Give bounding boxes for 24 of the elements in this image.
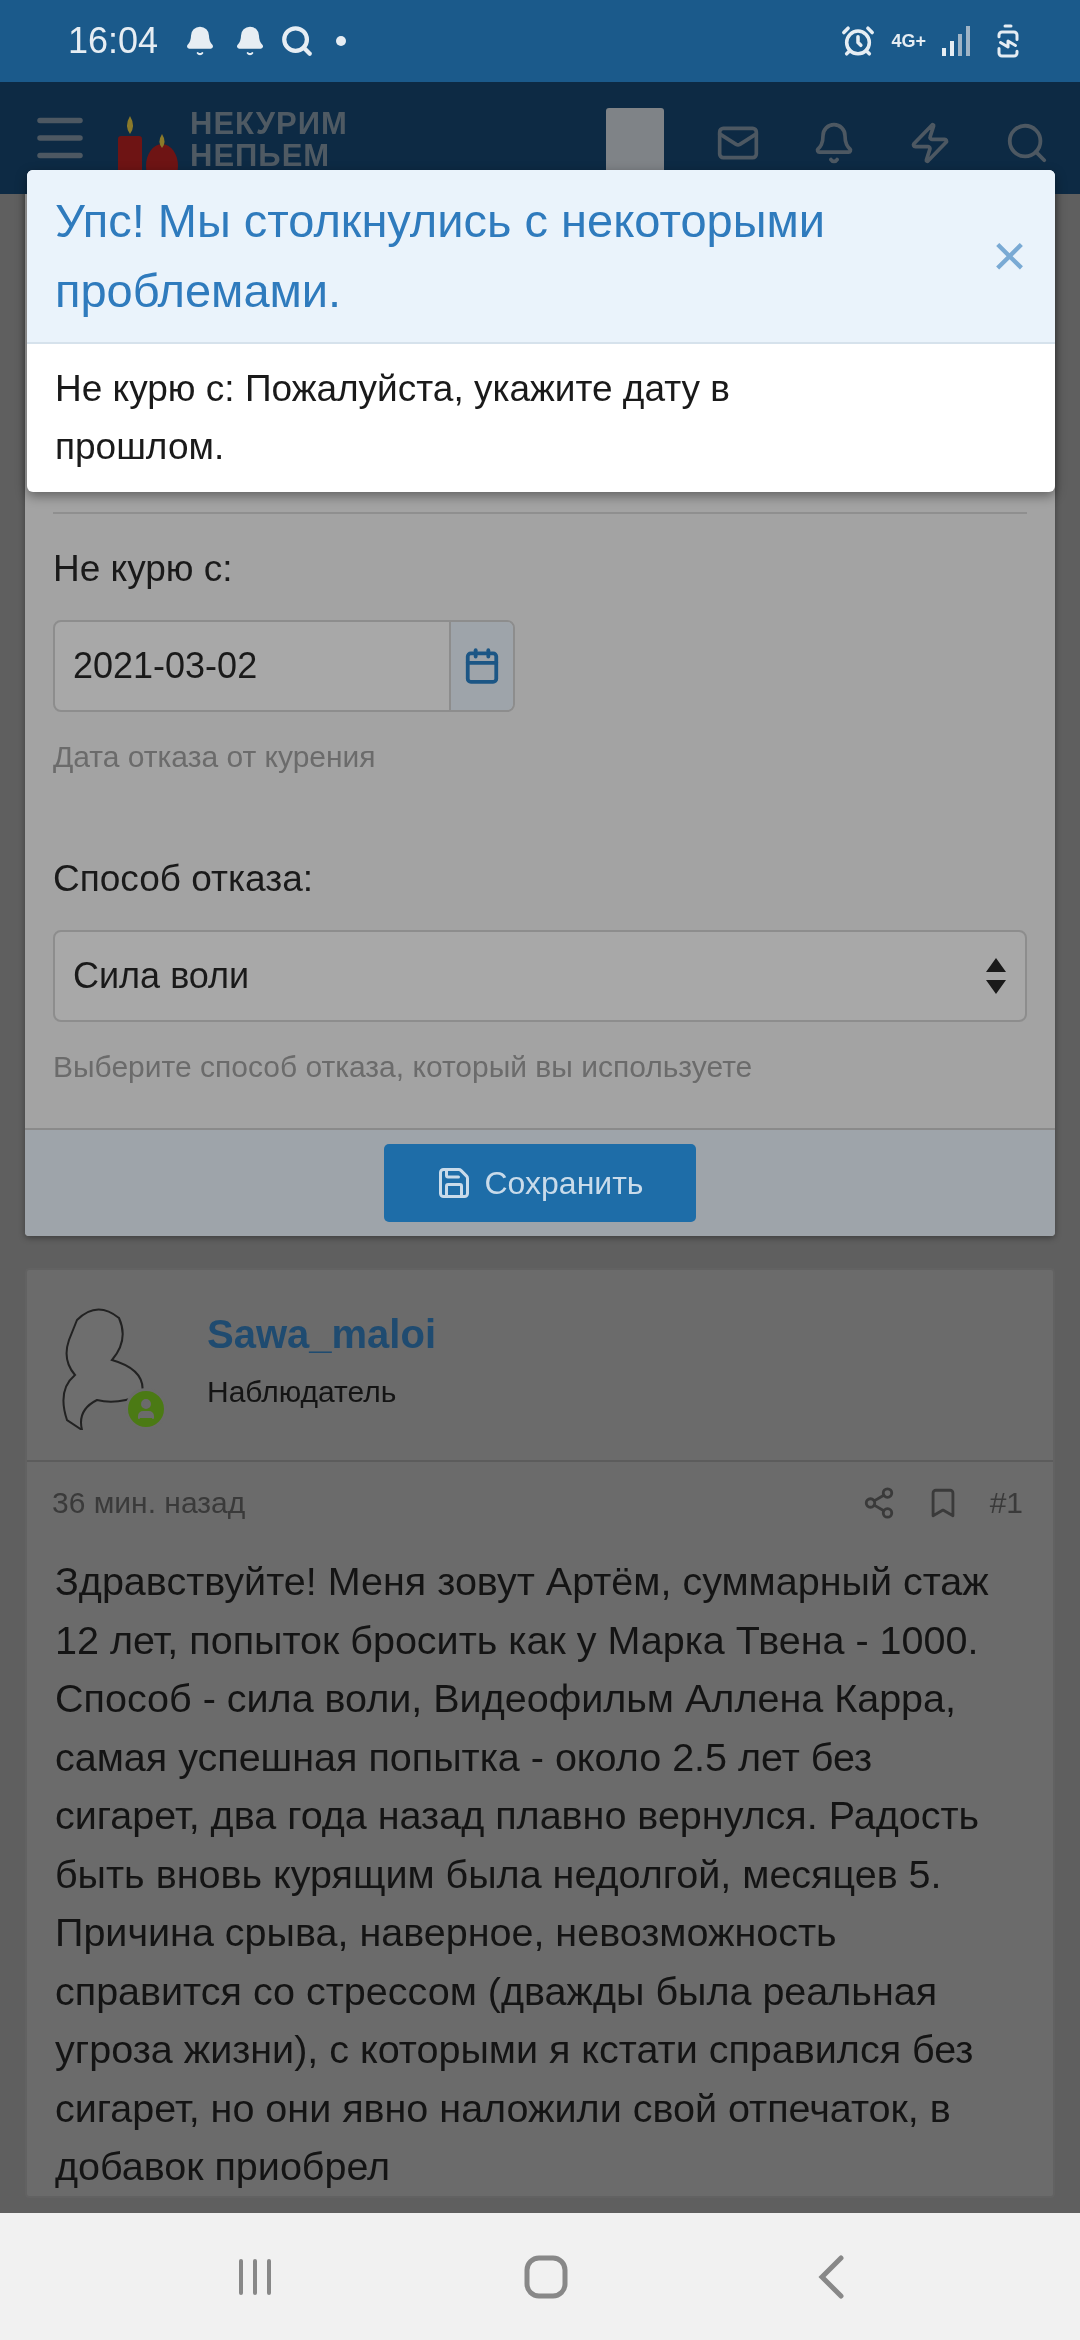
field-hint: Выберите способ отказа, который вы используете <box>53 1050 754 1084</box>
calendar-button[interactable] <box>449 622 513 710</box>
search-icon <box>280 24 315 58</box>
field-label: Способ отказа: <box>53 858 314 900</box>
dot-icon <box>336 36 347 46</box>
dialog-title: Упс! Мы столкнулись с некоторыми проблемами. <box>55 193 826 319</box>
alarm-icon <box>841 24 876 58</box>
error-message: Не курю с: Пожалуйста, укажите дату в прошлом. <box>54 367 731 469</box>
status-time: 16:04 <box>68 20 159 62</box>
signal-icon <box>942 26 970 56</box>
close-button[interactable]: × <box>987 186 1031 326</box>
field-hint: Дата отказа от курения <box>53 740 377 774</box>
calendar-icon <box>463 647 501 685</box>
back-icon[interactable] <box>817 2254 846 2299</box>
post-text: Здравствуйте! Меня зовут Артём, суммарный стаж 12 лет, попыток бросить как у Марка Твена - 1000. Способ - сила воли, Видеофильм Аллена Карра, самая успешная попытка - около 2.5 лет без сигарет, два года назад плавно вернулся. Радость быть вновь курящим была недолгой, месяцев 5. Причина срыва, наверное, невозможность справится со стрессом (дважды была реальная угроза жизни), с которыми я кстати справился без сигарет, но они явно наложили свой отпечаток, в добавок приобрел <box>54 1558 990 2190</box>
save-button[interactable]: Сохранить <box>384 1144 696 1222</box>
sort-arrows-icon <box>985 956 1007 996</box>
author-name[interactable]: Sawa_maloi <box>207 1312 436 1357</box>
user-role: Наблюдатель <box>207 1375 398 1409</box>
field-label: Не курю с: <box>53 548 234 590</box>
home-icon[interactable] <box>524 2254 568 2299</box>
network-label: 4G+ <box>891 30 926 52</box>
date-field[interactable]: 2021-03-02 <box>53 620 515 712</box>
select-field[interactable]: Сила воли <box>53 930 1027 1022</box>
